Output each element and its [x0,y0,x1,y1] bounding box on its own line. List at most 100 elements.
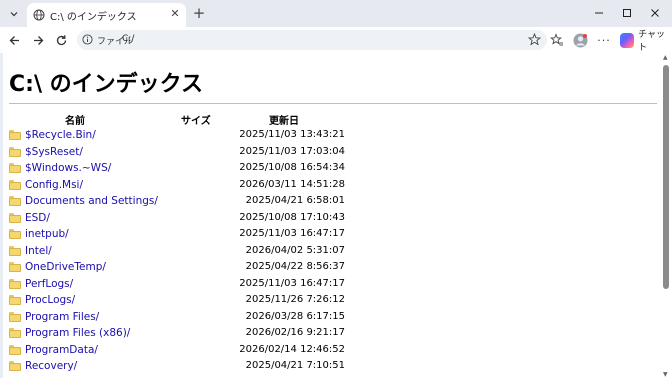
list-item: Recovery/2025/04/21 7:10:51 [3,359,661,376]
new-tab-button[interactable]: + [190,5,208,23]
back-button[interactable] [5,31,23,49]
folder-icon [9,262,21,272]
folder-icon [9,328,21,338]
entry-modified-date: 2026/03/28 6:17:15 [245,310,345,322]
chat-label: チャット [638,30,666,53]
entry-modified-date: 2026/02/16 9:21:17 [245,327,345,338]
list-item: Documents and Settings/2025/04/21 6:58:0… [3,194,661,211]
entry-link[interactable]: OneDriveTemp/ [25,261,106,273]
entry-modified-date: 2025/11/03 16:47:17 [239,228,345,239]
list-item: inetpub/2025/11/03 16:47:17 [3,227,661,244]
folder-icon [9,229,21,239]
folder-icon [9,196,21,206]
list-item: Config.Msi/2026/03/11 14:51:28 [3,178,661,195]
minimize-button[interactable] [590,4,608,22]
close-icon: ✕ [170,7,180,20]
entry-modified-date: 2025/04/21 7:10:51 [245,360,345,371]
entry-link[interactable]: inetpub/ [25,228,69,240]
plus-icon: + [192,4,206,22]
folder-icon [9,344,21,355]
copilot-icon [620,32,635,48]
browser-window: C:\ のインデックス ✕ + ファイル C:/ ··· チャット C:\ のイ… [0,0,672,378]
folder-icon [9,163,21,173]
list-item: ProgramData/2026/02/14 12:46:52 [3,343,661,360]
folder-icon [9,130,21,140]
folder-icon [9,212,21,223]
list-item: $Windows.~WS/2025/10/08 16:54:34 [3,161,661,178]
forward-button[interactable] [29,31,47,49]
tab-title: C:\ のインデックス [50,12,137,23]
tab-strip: C:\ のインデックス ✕ + [0,0,672,27]
folder-icon [9,295,21,305]
list-item: Program Files (x86)/ 2026/02/16 9:21:17 [3,326,661,343]
maximize-button[interactable] [618,4,636,22]
scroll-down-icon[interactable]: ▼ [663,371,668,378]
entry-link[interactable]: $Windows.~WS/ [25,162,111,174]
more-icon: ··· [597,33,611,47]
entry-link[interactable]: PerfLogs/ [25,278,73,290]
favorites-button[interactable] [549,32,565,48]
entry-link[interactable]: ProgramData/ [25,344,98,356]
entry-link[interactable]: $Recycle.Bin/ [25,129,96,141]
list-item: Intel/2026/04/02 5:31:07 [3,244,661,261]
entry-link[interactable]: Recovery/ [25,360,77,372]
vertical-scrollbar[interactable]: ▲ ▼ [661,53,672,378]
globe-icon [33,9,45,21]
column-header-size[interactable]: サイズ [181,112,211,127]
star-icon[interactable] [528,33,541,46]
entry-link[interactable]: ESD/ [25,212,50,224]
entry-link[interactable]: Intel/ [25,245,52,257]
tab-close-button[interactable]: ✕ [168,7,182,21]
entry-modified-date: 2025/10/08 16:54:34 [239,162,345,173]
list-item: OneDriveTemp/2025/04/22 8:56:37 [3,260,661,277]
minimize-icon [595,12,603,14]
info-icon[interactable] [82,34,93,45]
scroll-up-icon[interactable]: ▲ [663,54,668,61]
divider [9,103,657,104]
arrow-left-icon [9,35,19,45]
page-content: C:\ のインデックス 名前 サイズ 更新日 $Recycle.Bin/2025… [3,53,661,378]
refresh-button[interactable] [52,31,70,49]
address-url[interactable]: C:/ [122,34,134,44]
entry-link[interactable]: Config.Msi/ [25,179,83,191]
entry-link[interactable]: Program Files/ [25,311,99,323]
scroll-thumb[interactable] [663,65,669,289]
page-title: C:\ のインデックス [9,72,203,97]
maximize-icon [623,9,631,17]
list-item: $SysReset/2025/11/03 17:03:04 [3,145,661,162]
list-item: ProcLogs/2025/11/26 7:26:12 [3,293,661,310]
entry-modified-date: 2025/11/03 13:43:21 [239,129,345,140]
chevron-down-icon [10,12,18,17]
folder-icon [9,311,21,322]
folder-icon [9,146,21,157]
entry-modified-date: 2025/04/21 6:58:01 [245,195,345,206]
folder-icon [9,245,21,256]
entry-link[interactable]: Documents and Settings/ [25,195,158,207]
entry-link[interactable]: $SysReset/ [25,146,83,158]
folder-icon [9,278,21,289]
column-header-name[interactable]: 名前 [65,112,85,127]
entry-modified-date: 2026/04/02 5:31:07 [245,244,345,256]
arrow-right-icon [33,35,43,45]
column-header-modified[interactable]: 更新日 [269,112,299,127]
list-item: Program Files/2026/03/28 6:17:15 [3,310,661,327]
avatar-icon [573,33,587,47]
close-window-button[interactable] [646,4,664,22]
entry-modified-date: 2025/10/08 17:10:43 [239,211,345,223]
copilot-chat-button[interactable]: チャット [620,30,672,53]
entry-modified-date: 2025/11/26 7:26:12 [245,294,345,305]
entry-link[interactable]: Program Files (x86)/ [25,327,130,339]
tab-active[interactable]: C:\ のインデックス ✕ [27,3,186,27]
address-bar[interactable]: ファイル C:/ [77,30,547,50]
refresh-icon [56,34,66,45]
entry-modified-date: 2025/11/03 17:03:04 [239,145,345,157]
more-menu-button[interactable]: ··· [596,32,612,48]
entry-modified-date: 2025/04/22 8:56:37 [245,261,345,272]
list-item: $Recycle.Bin/2025/11/03 13:43:21 [3,128,661,145]
entry-link[interactable]: ProcLogs/ [25,294,75,306]
profile-button[interactable] [572,32,588,48]
tab-actions-menu-button[interactable] [5,5,23,23]
close-icon [651,9,659,17]
browser-toolbar: ファイル C:/ ··· チャット [0,27,672,53]
favorites-icon [550,33,563,46]
